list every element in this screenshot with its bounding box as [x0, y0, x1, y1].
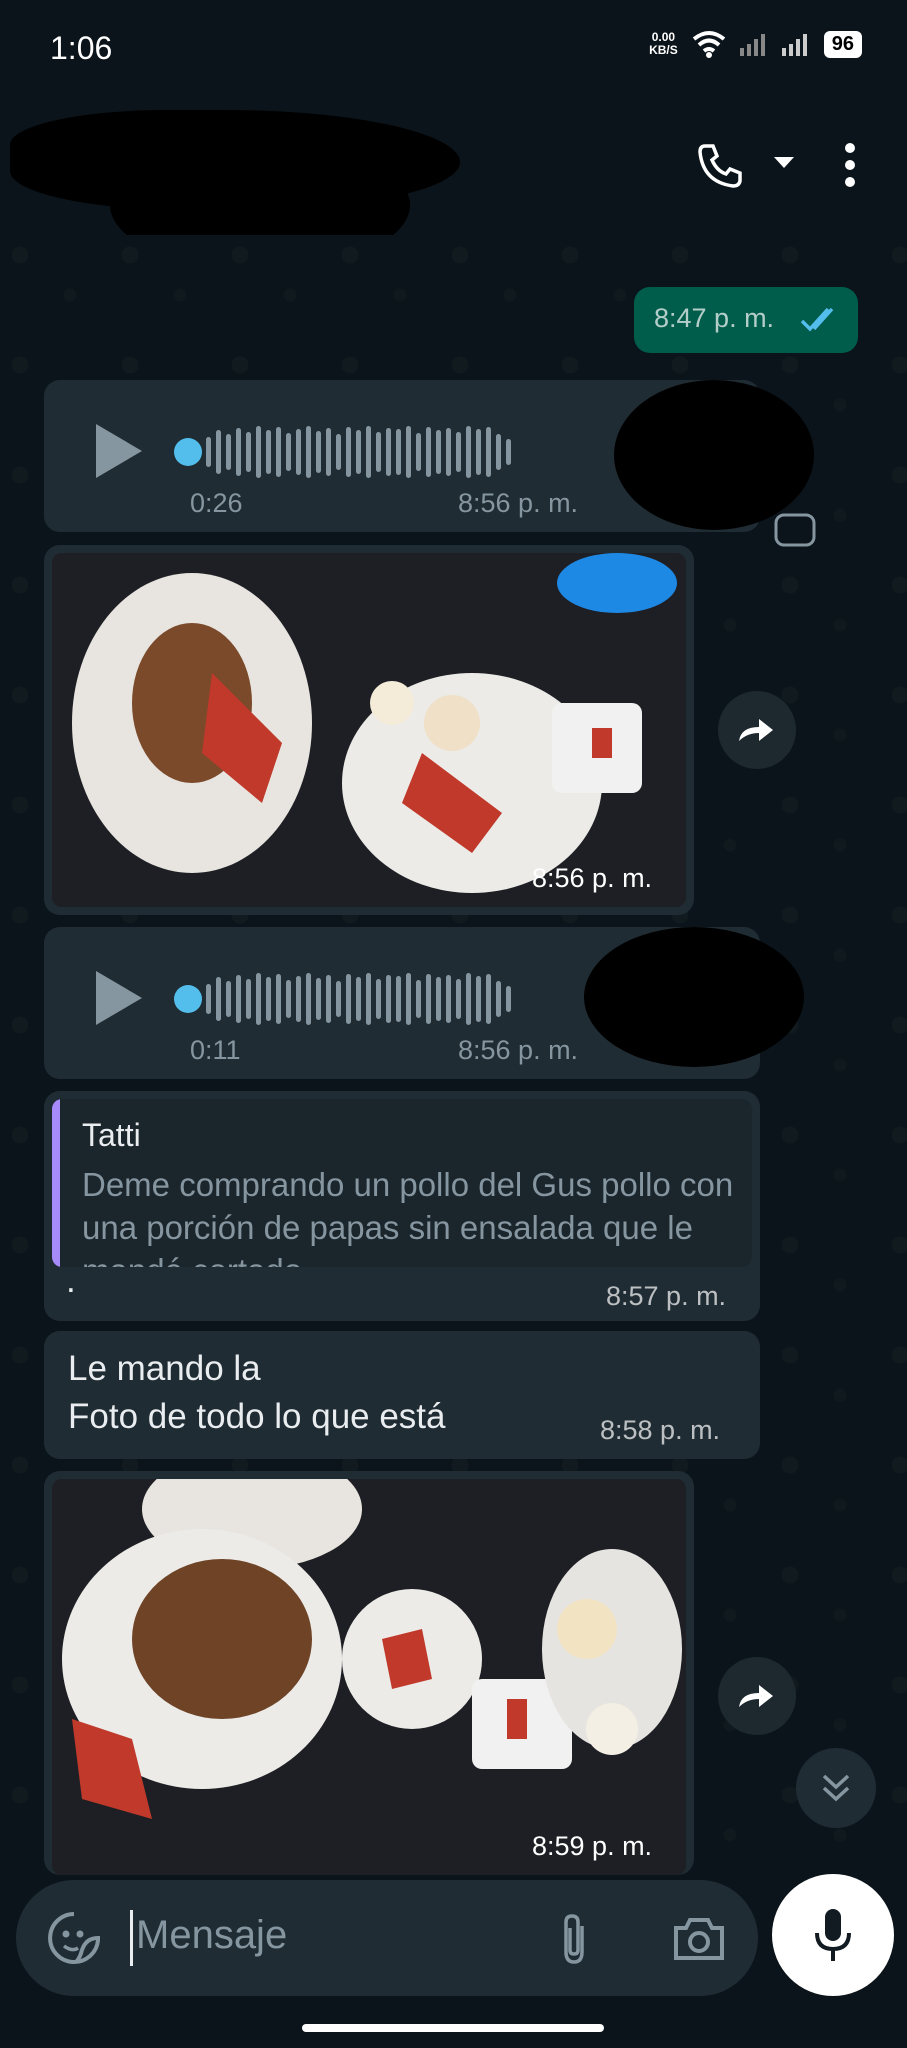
photo-food-bags	[52, 1479, 686, 1875]
message-image[interactable]: 8:56 p. m.	[52, 553, 686, 907]
wifi-icon	[692, 31, 725, 58]
message-time: 8:56 p. m.	[458, 1035, 579, 1065]
home-indicator	[302, 2024, 604, 2032]
message-body-line-1: Le mando la	[68, 1349, 261, 1388]
voice-duration: 0:26	[190, 488, 243, 518]
message-image[interactable]: 8:59 p. m.	[52, 1479, 686, 1875]
playback-position-dot[interactable]	[174, 985, 202, 1013]
voice-message[interactable]: 0:26 8:56 p. m.	[44, 380, 814, 532]
forward-button[interactable]	[718, 691, 796, 769]
battery-indicator: 96	[823, 30, 862, 58]
signal-icon-2	[781, 34, 807, 56]
quote-accent-bar	[52, 1099, 60, 1267]
headphones-icon	[774, 513, 816, 547]
playback-position-dot[interactable]	[174, 438, 202, 466]
phone-icon[interactable]	[695, 140, 745, 190]
text-cursor	[130, 1910, 133, 1966]
signal-icon	[739, 34, 765, 56]
status-bar: 1:06 0.00 KB/S 96	[0, 0, 907, 100]
quoted-message[interactable]: Tatti Deme comprando un pollo del Gus po…	[52, 1099, 752, 1267]
voice-record-button[interactable]	[772, 1874, 894, 1996]
message-body: .	[66, 1261, 76, 1300]
message-time: 8:57 p. m.	[606, 1281, 727, 1311]
chat-area[interactable]: 8:47 p. m. 0:26 8:56 p. m. 8:56 p. m. 0:…	[0, 235, 907, 1875]
image-message[interactable]: 8:59 p. m.	[44, 1471, 694, 1875]
redacted-sender-avatar	[584, 927, 804, 1067]
forward-icon	[739, 1685, 773, 1707]
more-vert-icon[interactable]	[840, 140, 860, 190]
message-time: 8:47 p. m.	[654, 303, 775, 333]
play-icon[interactable]	[96, 971, 142, 1025]
message-time: 8:59 p. m.	[532, 1831, 653, 1861]
voice-duration: 0:11	[190, 1035, 241, 1065]
scroll-to-bottom-button[interactable]	[796, 1748, 876, 1828]
microphone-icon	[815, 1909, 851, 1961]
text-message[interactable]: Le mando la Foto de todo lo que está 8:5…	[44, 1331, 760, 1459]
quote-text: Deme comprando un pollo del Gus pollo co…	[82, 1166, 734, 1267]
waveform[interactable]	[206, 971, 511, 1027]
camera-icon[interactable]	[672, 1914, 726, 1962]
attach-icon[interactable]	[556, 1912, 592, 1968]
double-chevron-down-icon	[822, 1774, 850, 1802]
image-message[interactable]: 8:56 p. m.	[44, 545, 694, 915]
waveform[interactable]	[206, 424, 511, 480]
play-icon[interactable]	[96, 424, 142, 478]
voice-message[interactable]: 0:11 8:56 p. m.	[44, 927, 804, 1079]
status-icons: 0.00 KB/S 96	[649, 30, 862, 58]
reply-message[interactable]: Tatti Deme comprando un pollo del Gus po…	[44, 1091, 760, 1321]
emoji-sticker-icon[interactable]	[46, 1910, 102, 1966]
message-time: 8:56 p. m.	[532, 863, 653, 893]
status-time: 1:06	[50, 30, 113, 66]
chat-header	[0, 100, 907, 270]
message-composer[interactable]: Mensaje	[16, 1880, 758, 1996]
message-time: 8:56 p. m.	[458, 488, 579, 518]
quote-author: Tatti	[82, 1117, 141, 1153]
forward-button[interactable]	[718, 1657, 796, 1735]
read-ticks-icon	[800, 307, 834, 332]
outgoing-message[interactable]: 8:47 p. m.	[634, 287, 858, 353]
photo-food-bags	[52, 553, 686, 907]
dropdown-arrow-icon[interactable]	[772, 155, 796, 171]
message-time: 8:58 p. m.	[600, 1415, 721, 1445]
forward-icon	[739, 719, 773, 741]
message-body-line-2: Foto de todo lo que está	[68, 1397, 446, 1436]
message-input[interactable]: Mensaje	[136, 1913, 287, 1958]
net-speed: 0.00 KB/S	[649, 30, 678, 57]
